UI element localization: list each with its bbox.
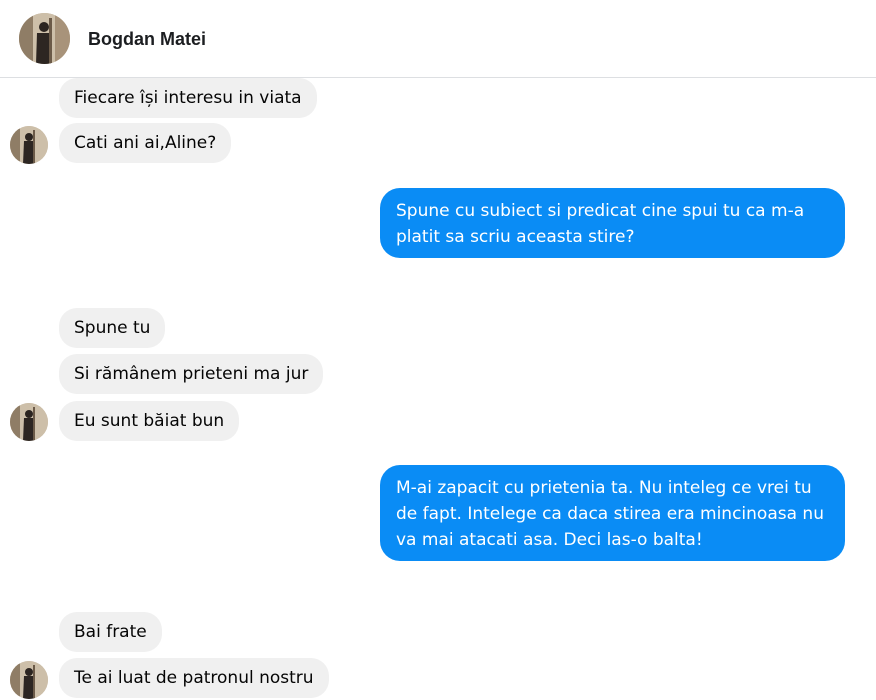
sender-avatar[interactable] <box>10 403 48 441</box>
sender-photo-icon <box>10 403 48 441</box>
chat-header: Bogdan Matei <box>0 0 876 78</box>
message-incoming[interactable]: Te ai luat de patronul nostru <box>59 658 329 698</box>
message-incoming[interactable]: Cati ani ai,Aline? <box>59 123 232 163</box>
message-incoming[interactable]: Si rămânem prieteni ma jur <box>59 354 324 394</box>
message-outgoing[interactable]: Spune cu subiect si predicat cine spui t… <box>380 188 845 258</box>
sender-avatar[interactable] <box>10 126 48 164</box>
message-incoming[interactable]: Eu sunt băiat bun <box>59 401 240 441</box>
sender-photo-icon <box>10 661 48 699</box>
message-incoming[interactable]: Fiecare își interesu in viata <box>59 78 317 118</box>
contact-photo-icon <box>19 13 70 64</box>
contact-name[interactable]: Bogdan Matei <box>88 27 206 51</box>
sender-avatar[interactable] <box>10 661 48 699</box>
contact-avatar[interactable] <box>19 13 70 64</box>
message-incoming[interactable]: Spune tu <box>59 308 166 348</box>
message-incoming[interactable]: Bai frate <box>59 612 162 652</box>
sender-photo-icon <box>10 126 48 164</box>
message-outgoing[interactable]: M-ai zapacit cu prietenia ta. Nu inteleg… <box>380 465 845 561</box>
